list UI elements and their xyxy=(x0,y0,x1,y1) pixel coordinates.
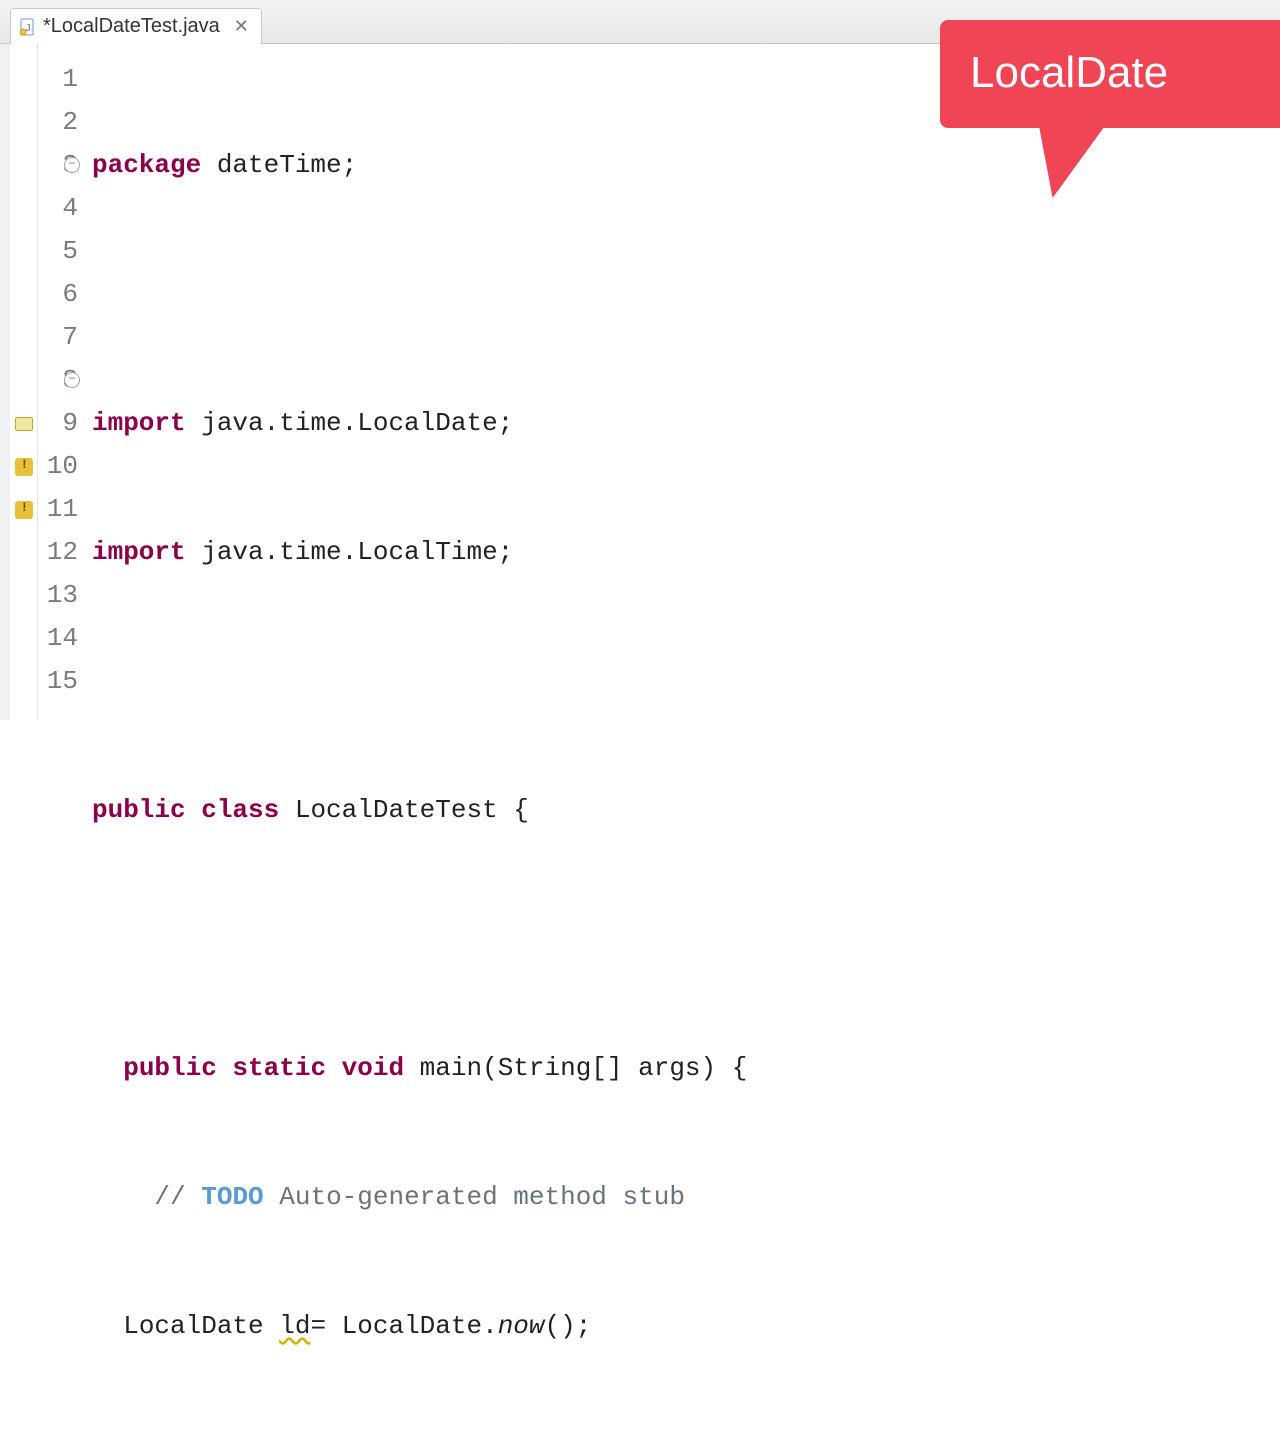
callout-tail-icon xyxy=(1021,128,1104,198)
line-number: 14 xyxy=(38,617,78,660)
code-line: public static void main(String[] args) { xyxy=(92,1047,1280,1090)
line-number-gutter: 1 2 3− 4 5 6 7 8− 9 10 11 12 13 14 15 xyxy=(38,44,86,720)
warning-icon[interactable] xyxy=(15,458,33,476)
line-number: 4 xyxy=(38,187,78,230)
line-number: 12 xyxy=(38,531,78,574)
code-line: // TODO Auto-generated method stub xyxy=(92,1176,1280,1219)
quickfix-icon[interactable] xyxy=(15,417,33,431)
annotation-callout: LocalDate xyxy=(940,20,1280,198)
line-number: 9 xyxy=(38,402,78,445)
line-number: 15 xyxy=(38,660,78,703)
code-line xyxy=(92,660,1280,703)
line-number: 3− xyxy=(38,144,78,187)
line-number: 7 xyxy=(38,316,78,359)
line-number: 8− xyxy=(38,359,78,402)
line-number: 11 xyxy=(38,488,78,531)
warning-icon[interactable] xyxy=(15,501,33,519)
code-line: LocalTime lt = LocalTime.now(); xyxy=(92,1434,1280,1440)
fold-icon[interactable]: − xyxy=(64,157,80,173)
java-file-icon: J xyxy=(19,18,37,36)
code-line: public class LocalDateTest { xyxy=(92,789,1280,832)
overview-ruler xyxy=(0,44,10,720)
editor-tab[interactable]: J *LocalDateTest.java ✕ xyxy=(10,8,262,44)
line-number: 5 xyxy=(38,230,78,273)
line-number: 2 xyxy=(38,101,78,144)
line-number: 10 xyxy=(38,445,78,488)
tab-title: *LocalDateTest.java xyxy=(43,15,220,38)
code-line: import java.time.LocalDate; xyxy=(92,402,1280,445)
close-icon[interactable]: ✕ xyxy=(234,16,249,37)
gutter-markers xyxy=(10,44,38,720)
code-line xyxy=(92,918,1280,961)
line-number: 13 xyxy=(38,574,78,617)
code-line: import java.time.LocalTime; xyxy=(92,531,1280,574)
callout-label: LocalDate xyxy=(940,20,1280,128)
code-line xyxy=(92,273,1280,316)
fold-icon[interactable]: − xyxy=(64,372,80,388)
code-line: LocalDate ld= LocalDate.now(); xyxy=(92,1305,1280,1348)
line-number: 6 xyxy=(38,273,78,316)
line-number: 1 xyxy=(38,58,78,101)
